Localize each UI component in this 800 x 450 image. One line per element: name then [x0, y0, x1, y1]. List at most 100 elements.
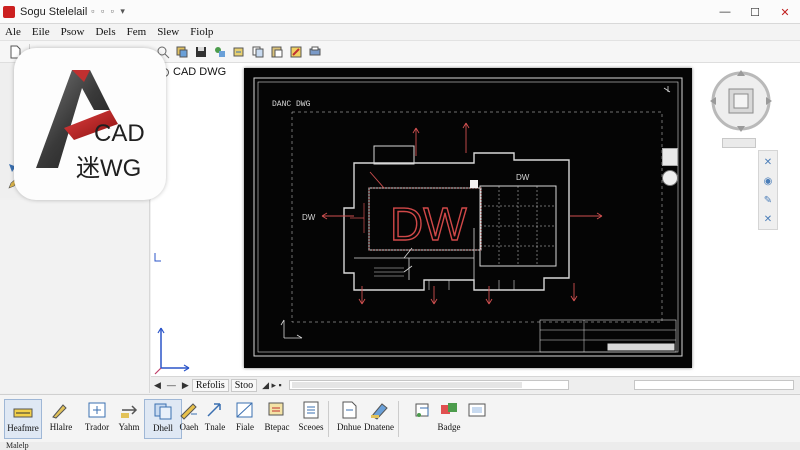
ribbon-toolbar: Heafmre Hlalre Trador Yahm Dhell Oaeh Tn…	[0, 394, 800, 442]
edit-icon[interactable]	[287, 43, 305, 61]
tab-prev-icon[interactable]: ◀	[154, 380, 161, 391]
tab-tools[interactable]: ◢ ▸ ▪	[262, 380, 282, 391]
trace-icon	[85, 399, 109, 421]
ribbon-button-heafmre[interactable]: Heafmre	[4, 399, 42, 439]
menu-psow[interactable]: Psow	[56, 26, 91, 38]
app-icon[interactable]	[3, 5, 15, 18]
room-top	[373, 145, 415, 165]
menu-fem[interactable]: Fem	[122, 26, 153, 38]
nav-pan-icon[interactable]: ✎	[760, 192, 776, 208]
highlight-icon	[11, 400, 35, 422]
menu-ale[interactable]: Ale	[0, 26, 27, 38]
tool-palette	[0, 200, 150, 393]
ribbon-label: Trador	[84, 422, 110, 432]
minimize-button[interactable]: —	[710, 0, 740, 24]
menu-file[interactable]: Eile	[27, 26, 56, 38]
left-dim-label: DW	[302, 213, 316, 222]
compass-icon[interactable]	[662, 170, 678, 186]
ribbon-label: Heafmre	[7, 423, 39, 433]
logo-text-dwg: 迷WG	[76, 155, 142, 182]
window-title: Sogu Stelelail	[20, 5, 88, 18]
room-label: DW	[516, 173, 530, 182]
horizontal-scrollbar[interactable]	[288, 380, 569, 390]
document-icon	[337, 399, 361, 421]
sheet-title: DANC DWG	[272, 100, 311, 109]
ribbon-label: Yahm	[118, 422, 140, 432]
menu-dels[interactable]: Dels	[90, 26, 121, 38]
ucs-mark	[280, 319, 303, 339]
properties-icon[interactable]	[211, 43, 229, 61]
ribbon-button-btepac[interactable]: Btepac	[258, 399, 296, 439]
nav-close-icon[interactable]: ✕	[760, 154, 776, 170]
ribbon-divider	[398, 401, 399, 437]
cad-viewport[interactable]: DANC DWG DW DW DW	[244, 68, 692, 368]
dim-arrow-top-2	[462, 122, 470, 153]
ribbon-button-yahm[interactable]: Yahm	[110, 399, 148, 439]
frame-icon	[465, 399, 489, 421]
secondary-scrollbar[interactable]	[634, 380, 794, 390]
layers-icon[interactable]	[173, 43, 191, 61]
ribbon-label: Dnatene	[364, 422, 394, 432]
dim-arrow-bottom-2	[430, 286, 438, 305]
ribbon-label: Hlalre	[49, 422, 73, 432]
corner-mark-top-right	[663, 86, 671, 93]
dim-arrow-right	[570, 212, 603, 220]
transform-icon	[203, 399, 227, 421]
status-bar: Malelp	[0, 441, 800, 450]
ribbon-button-hlalre[interactable]: Hlalre	[42, 399, 80, 439]
tab-refolis[interactable]: Refolis	[191, 378, 229, 392]
move-icon	[117, 399, 141, 421]
menu-help[interactable]: Fiolp	[185, 26, 219, 38]
nav-zoom-icon[interactable]: ◉	[760, 173, 776, 189]
paste-icon[interactable]	[268, 43, 286, 61]
menu-view[interactable]: Slew	[152, 26, 185, 38]
ribbon-label: Sceoes	[298, 422, 324, 432]
ribbon-button-sceoes[interactable]: Sceoes	[292, 399, 330, 439]
save-icon[interactable]	[192, 43, 210, 61]
status-text: Malelp	[6, 441, 29, 450]
quick-access-toolbar[interactable]: ▫ ▫ ▫ ▾	[91, 6, 127, 17]
floor-plan-drawing: DANC DWG DW DW DW	[253, 77, 683, 357]
sheet-border	[253, 77, 683, 357]
navigation-bar: ✕ ◉ ✎ ✕	[758, 150, 778, 230]
nav-orbit-icon[interactable]: ✕	[760, 211, 776, 227]
layout-tabs-bar: ◀ — ▶ Refolis Stoo ◢ ▸ ▪	[151, 376, 800, 393]
draw-icon	[49, 399, 73, 421]
viewcube[interactable]	[708, 68, 774, 134]
plot-icon[interactable]	[306, 43, 324, 61]
copy-icon[interactable]	[249, 43, 267, 61]
scale-icon	[233, 399, 257, 421]
dim-arrow-diag	[369, 171, 385, 189]
ribbon-label: Fiale	[236, 422, 254, 432]
dw-large-label: DW	[390, 198, 467, 250]
app-logo: CAD 迷WG	[14, 48, 166, 200]
erase-icon	[367, 399, 391, 421]
close-button[interactable]: ✕	[770, 0, 800, 24]
maximize-button[interactable]: ☐	[740, 0, 770, 24]
ribbon-label: Tnale	[204, 422, 226, 432]
pan-tool-icon[interactable]	[662, 148, 678, 166]
ribbon-button-dnatene[interactable]: Dnatene	[360, 399, 398, 439]
sheet-icon	[299, 399, 323, 421]
tab-stoo[interactable]: Stoo	[230, 378, 258, 392]
ribbon-button-frame[interactable]	[458, 399, 496, 439]
tab-next-icon[interactable]: ▶	[182, 380, 189, 391]
tab-line-icon[interactable]: —	[167, 380, 176, 390]
ribbon-divider	[328, 401, 329, 437]
drawing-name: CAD DWG	[173, 66, 227, 78]
scroll-thumb[interactable]	[291, 382, 522, 388]
floating-tools	[660, 148, 682, 188]
ribbon-label: Dnhue	[337, 422, 361, 432]
dim-arrow-bottom-3	[485, 286, 493, 305]
wcs-button[interactable]	[722, 138, 756, 148]
window-controls: — ☐ ✕	[710, 0, 800, 24]
title-block-stamp	[607, 343, 675, 351]
block-icon	[265, 399, 289, 421]
dim-arrow-left	[321, 212, 354, 220]
title-bar: Sogu Stelelail ▫ ▫ ▫ ▾ — ☐ ✕	[0, 0, 800, 24]
selection-grip[interactable]	[470, 180, 478, 188]
menu-bar: Ale Eile Psow Dels Fem Slew Fiolp	[0, 24, 800, 41]
match-icon[interactable]	[230, 43, 248, 61]
drawing-tab[interactable]: CAD DWG	[160, 66, 226, 78]
dim-arrow-bottom-1	[358, 286, 366, 305]
